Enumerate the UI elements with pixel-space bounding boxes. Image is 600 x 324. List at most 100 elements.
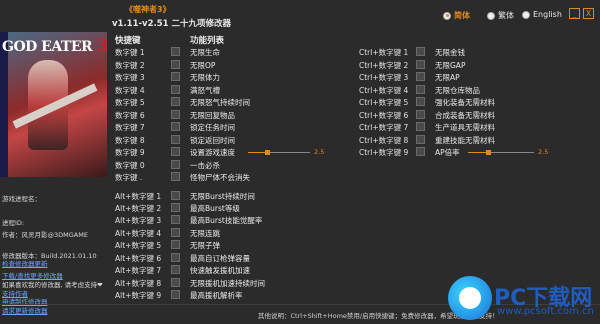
feature-label: 无限怒气持续时间 <box>190 98 250 107</box>
feature-checkbox[interactable] <box>171 172 180 181</box>
feature-label: 无限连跳 <box>190 229 220 238</box>
radio-icon[interactable] <box>522 10 530 19</box>
feature-label: 最高Burst技能觉醒率 <box>190 216 263 225</box>
feature-checkbox[interactable] <box>171 122 180 131</box>
feature-label: 最高Burst等级 <box>190 204 240 213</box>
hotkey-label: 数字键 3 <box>115 73 145 82</box>
feature-checkbox[interactable] <box>171 278 180 287</box>
hotkey-label: Alt+数字键 5 <box>115 241 162 250</box>
feature-checkbox[interactable] <box>416 60 425 69</box>
hotkey-label: Alt+数字键 8 <box>115 279 162 288</box>
close-button[interactable]: X <box>583 8 594 19</box>
feature-label: 重建技能无需材料 <box>435 136 495 145</box>
hotkey-label: 数字键 7 <box>115 123 145 132</box>
feature-label: 无限Burst持续时间 <box>190 192 255 201</box>
author-label: 作者：风灵月影@3DMGAME <box>2 231 88 239</box>
feature-label: 无限仓库物品 <box>435 86 480 95</box>
feature-checkbox[interactable] <box>171 215 180 224</box>
hotkey-label: Alt+数字键 9 <box>115 291 162 300</box>
feature-checkbox[interactable] <box>416 72 425 81</box>
feature-label: 满怒气槽 <box>190 86 220 95</box>
hotkey-label: 数字键 5 <box>115 98 145 107</box>
slider-value: 2.5 <box>314 148 325 156</box>
hotkey-label: 数字键 . <box>115 173 143 182</box>
hotkey-header: 快捷键 <box>115 36 141 46</box>
feature-label: 快速触发援机加速 <box>190 266 250 275</box>
feature-label: 最高自订枪弹容量 <box>190 254 250 263</box>
feature-label: 无限回复物品 <box>190 111 235 120</box>
feature-label: 无限GAP <box>435 61 466 70</box>
feature-label: 无限AP <box>435 73 460 82</box>
check-update-link[interactable]: 检查修改器更新 <box>2 258 48 268</box>
feature-checkbox[interactable] <box>416 47 425 56</box>
feature-checkbox[interactable] <box>171 47 180 56</box>
feature-label: 生产道具无需材料 <box>435 123 495 132</box>
feature-label: 无限援机加速持续时间 <box>190 279 265 288</box>
process-name-label: 游戏进程名： <box>2 195 41 203</box>
feature-label: 锁定返回时间 <box>190 136 235 145</box>
feature-label: 合成装备无需材料 <box>435 111 495 120</box>
hotkey-label: Ctrl+数字键 4 <box>359 86 409 95</box>
watermark-logo-inner <box>459 287 481 309</box>
feature-checkbox[interactable] <box>416 97 425 106</box>
hotkey-label: Ctrl+数字键 5 <box>359 98 409 107</box>
hotkey-label: 数字键 2 <box>115 61 145 70</box>
feature-checkbox[interactable] <box>171 110 180 119</box>
radio-icon[interactable] <box>487 11 495 20</box>
lang-option-simplified[interactable]: 简体 <box>443 10 470 21</box>
feature-checkbox[interactable] <box>171 203 180 212</box>
trainer-version: v1.11-v2.51 二十九项修改器 <box>112 19 232 29</box>
feature-label: 最高援机解析率 <box>190 291 243 300</box>
feature-checkbox[interactable] <box>171 97 180 106</box>
slider-handle[interactable] <box>265 150 270 155</box>
hotkey-label: 数字键 6 <box>115 111 145 120</box>
slider-value: 2.5 <box>538 148 549 156</box>
hotkey-label: Ctrl+数字键 9 <box>359 148 409 157</box>
lang-option-english[interactable]: English <box>522 10 562 19</box>
feature-checkbox[interactable] <box>416 110 425 119</box>
feature-checkbox[interactable] <box>416 135 425 144</box>
feature-checkbox[interactable] <box>171 135 180 144</box>
feature-checkbox[interactable] <box>171 290 180 299</box>
feature-label: 设置游戏速度 <box>190 148 235 157</box>
feature-checkbox[interactable] <box>171 147 180 156</box>
hotkey-label: 数字键 8 <box>115 136 145 145</box>
feature-checkbox[interactable] <box>416 85 425 94</box>
slider-handle[interactable] <box>486 150 491 155</box>
feature-checkbox[interactable] <box>171 191 180 200</box>
feature-checkbox[interactable] <box>171 160 180 169</box>
feature-checkbox[interactable] <box>171 253 180 262</box>
feature-label: 无限生命 <box>190 48 220 57</box>
feature-label: 怪物尸体不会消失 <box>190 173 250 182</box>
hotkey-label: Ctrl+数字键 7 <box>359 123 409 132</box>
hotkey-label: Ctrl+数字键 3 <box>359 73 409 82</box>
hotkey-label: Alt+数字键 4 <box>115 229 162 238</box>
hotkey-label: 数字键 1 <box>115 48 145 57</box>
feature-checkbox[interactable] <box>171 85 180 94</box>
hotkey-label: Ctrl+数字键 6 <box>359 111 409 120</box>
hotkey-label: Alt+数字键 3 <box>115 216 162 225</box>
hotkey-label: Ctrl+数字键 2 <box>359 61 409 70</box>
hotkey-label: 数字键 9 <box>115 148 145 157</box>
feature-checkbox[interactable] <box>171 240 180 249</box>
feature-checkbox[interactable] <box>416 122 425 131</box>
feature-label: 无限子弹 <box>190 241 220 250</box>
hotkey-label: Ctrl+数字键 8 <box>359 136 409 145</box>
game-cover-image: GOD EATER 3 <box>0 32 107 177</box>
game-title: 《噬神者3》 <box>125 5 171 14</box>
slider-fill <box>468 152 488 153</box>
feature-checkbox[interactable] <box>416 147 425 156</box>
minimize-button[interactable]: _ <box>569 8 580 19</box>
hotkey-label: 数字键 4 <box>115 86 145 95</box>
lang-option-traditional[interactable]: 繁体 <box>487 10 514 21</box>
feature-checkbox[interactable] <box>171 60 180 69</box>
radio-selected-icon[interactable] <box>443 11 451 20</box>
feature-checkbox[interactable] <box>171 228 180 237</box>
feature-checkbox[interactable] <box>171 265 180 274</box>
hotkey-label: Alt+数字键 1 <box>115 192 162 201</box>
feature-label: AP倍率 <box>435 148 460 157</box>
feature-checkbox[interactable] <box>171 72 180 81</box>
game-logo: GOD EATER 3 <box>2 36 107 56</box>
hotkey-label: Alt+数字键 6 <box>115 254 162 263</box>
feature-label: 强化装备无需材料 <box>435 98 495 107</box>
